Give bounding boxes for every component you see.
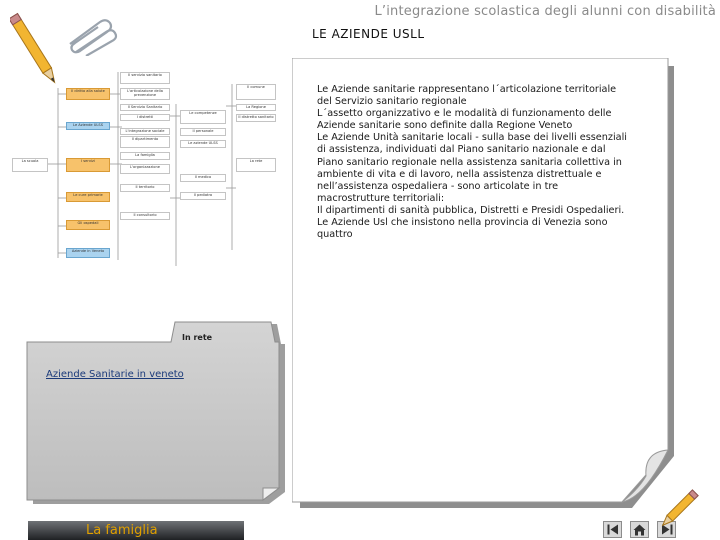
organization-diagram: Il servizio sanitario Il diritto alla sa… xyxy=(10,70,280,268)
diagram-node: Le competenze xyxy=(180,110,226,124)
page-header-title: L’integrazione scolastica degli alunni c… xyxy=(374,4,716,19)
arrow-left-icon xyxy=(607,524,618,535)
diagram-node: La famiglia xyxy=(120,152,170,160)
diagram-node: La scuola xyxy=(12,158,48,172)
folder-title: In rete xyxy=(182,333,213,342)
diagram-node: Le aziende ULSS xyxy=(180,140,226,148)
previous-button[interactable] xyxy=(603,521,622,538)
diagram-node: Il Servizio Sanitario xyxy=(120,104,170,111)
diagram-node: L'organizzazione xyxy=(120,164,170,174)
diagram-node: La rete xyxy=(236,158,276,172)
folder-panel xyxy=(26,321,285,504)
diagram-node: L'articolazione della prevenzione xyxy=(120,88,170,100)
diagram-node: Il comune xyxy=(236,84,276,100)
diagram-node: Aziende in Veneto xyxy=(66,248,110,258)
diagram-node: I servizi xyxy=(66,158,110,172)
diagram-node: Il personale xyxy=(180,128,226,136)
diagram-node: Il pediatra xyxy=(180,192,226,200)
diagram-node: Gli ospedali xyxy=(66,220,110,230)
content-paragraph: Le Aziende Unità sanitarie locali - sull… xyxy=(317,132,627,204)
diagram-node: Il dipartimento xyxy=(120,136,170,148)
content-paragraph: Il dipartimenti di sanità pubblica, Dist… xyxy=(317,204,625,216)
diagram-node: Le Aziende ULSS xyxy=(66,122,110,130)
diagram-node: L'integrazione sociale xyxy=(120,128,170,135)
paperclip-icon xyxy=(69,19,118,56)
aziende-veneto-link[interactable]: Aziende Sanitarie in veneto xyxy=(46,369,184,380)
diagram-node: Le cure primarie xyxy=(66,192,110,202)
content-paragraph: L´assetto organizzativo e le modalità di… xyxy=(317,108,612,132)
diagram-node: Il distretto sanitario xyxy=(236,114,276,122)
home-icon xyxy=(633,524,646,535)
diagram-node: Il diritto alla salute xyxy=(66,88,110,100)
diagram-node: Il medico xyxy=(180,174,226,182)
content-paragraph: Le Aziende Usl che insistono nella provi… xyxy=(317,217,608,241)
diagram-node: Il servizio sanitario xyxy=(120,72,170,84)
diagram-node: Il consultorio xyxy=(120,212,170,220)
diagram-node: Il territorio xyxy=(120,184,170,192)
diagram-node: La Regione xyxy=(236,104,276,111)
footer-section-label: La famiglia xyxy=(86,523,158,538)
content-text: Le Aziende sanitarie rappresentano l´art… xyxy=(317,84,629,241)
home-button[interactable] xyxy=(630,521,649,538)
content-paragraph: Le Aziende sanitarie rappresentano l´art… xyxy=(317,84,617,108)
page-title: LE AZIENDE USLL xyxy=(312,27,425,41)
diagram-node: I distretti xyxy=(120,114,170,121)
pencil-icon xyxy=(661,489,699,527)
